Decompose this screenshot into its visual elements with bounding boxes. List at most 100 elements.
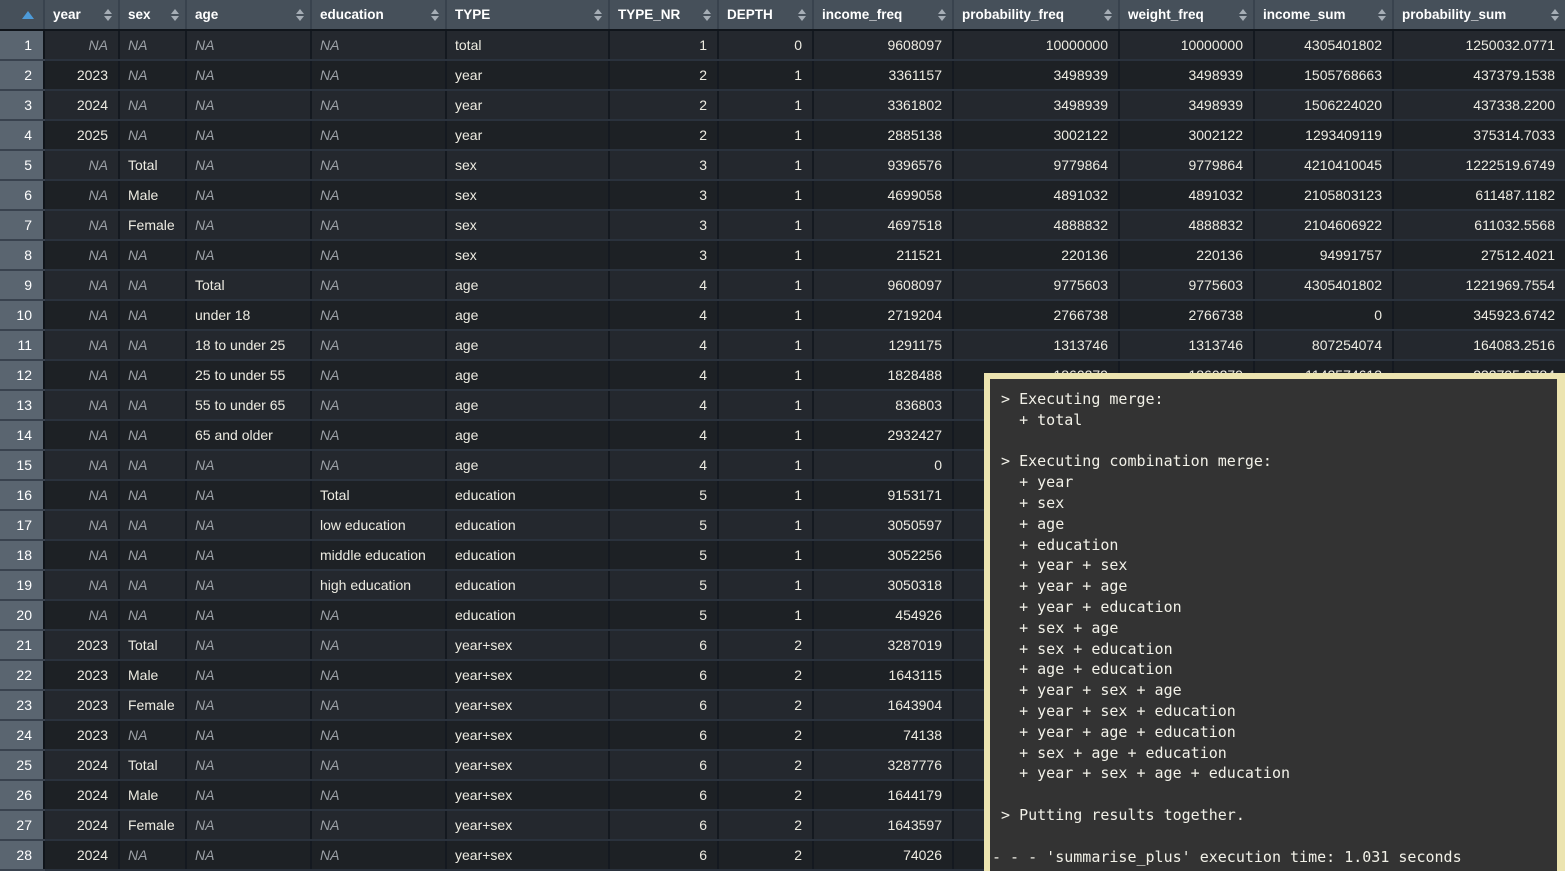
row-number: 24	[0, 720, 44, 750]
table-cell: 164083.2516	[1393, 330, 1565, 360]
table-cell: 1	[718, 390, 813, 420]
table-cell: 4	[609, 420, 718, 450]
table-cell: 6	[609, 690, 718, 720]
table-cell: 1	[718, 270, 813, 300]
table-cell: NA	[186, 780, 311, 810]
table-cell: 27512.4021	[1393, 240, 1565, 270]
table-cell: NA	[311, 240, 446, 270]
table-row: 32024NANANAyear2133618023498939349893915…	[0, 90, 1565, 120]
table-cell: 2023	[44, 690, 119, 720]
table-cell: NA	[186, 810, 311, 840]
table-row: 1NANANANAtotal10960809710000000100000004…	[0, 30, 1565, 60]
row-number: 6	[0, 180, 44, 210]
table-row: 22023NANANAyear2133611573498939349893915…	[0, 60, 1565, 90]
row-number: 2	[0, 60, 44, 90]
column-header-TYPE[interactable]: TYPE	[446, 0, 609, 30]
column-header-TYPE_NR[interactable]: TYPE_NR	[609, 0, 718, 30]
table-row: 8NANANANAsex3121152122013622013694991757…	[0, 240, 1565, 270]
column-header-education[interactable]: education	[311, 0, 446, 30]
row-number: 1	[0, 30, 44, 60]
table-cell: NA	[119, 90, 186, 120]
row-number: 18	[0, 540, 44, 570]
table-cell: NA	[311, 300, 446, 330]
table-cell: 65 and older	[186, 420, 311, 450]
column-header-label: probability_freq	[962, 7, 1064, 22]
table-cell: 1250032.0771	[1393, 30, 1565, 60]
console-text: > Executing merge: + total > Executing c…	[990, 379, 1557, 867]
table-cell: NA	[119, 300, 186, 330]
sort-toggle-icon	[104, 9, 112, 21]
table-cell: NA	[44, 240, 119, 270]
table-cell: 3287776	[813, 750, 953, 780]
table-cell: 4	[609, 270, 718, 300]
table-cell: NA	[119, 360, 186, 390]
table-cell: 2	[609, 90, 718, 120]
table-cell: Total	[311, 480, 446, 510]
table-cell: NA	[311, 810, 446, 840]
row-number: 3	[0, 90, 44, 120]
table-cell: 1293409119	[1254, 120, 1393, 150]
table-cell: age	[446, 450, 609, 480]
table-cell: 1	[718, 120, 813, 150]
row-number: 5	[0, 150, 44, 180]
table-cell: 3002122	[953, 120, 1119, 150]
column-header-probability_sum[interactable]: probability_sum	[1393, 0, 1565, 30]
table-cell: 1	[718, 240, 813, 270]
table-cell: NA	[119, 270, 186, 300]
column-header-year[interactable]: year	[44, 0, 119, 30]
table-cell: NA	[311, 150, 446, 180]
table-cell: 4305401802	[1254, 30, 1393, 60]
table-cell: 4210410045	[1254, 150, 1393, 180]
table-cell: 2766738	[1119, 300, 1254, 330]
table-cell: 10000000	[1119, 30, 1254, 60]
table-cell: NA	[186, 240, 311, 270]
table-cell: NA	[44, 300, 119, 330]
table-cell: 3361157	[813, 60, 953, 90]
table-cell: 1	[718, 570, 813, 600]
table-cell: age	[446, 300, 609, 330]
table-cell: NA	[311, 720, 446, 750]
table-cell: 345923.6742	[1393, 300, 1565, 330]
table-cell: 5	[609, 510, 718, 540]
table-cell: 2932427	[813, 420, 953, 450]
table-cell: NA	[44, 390, 119, 420]
table-cell: NA	[311, 450, 446, 480]
table-cell: Female	[119, 810, 186, 840]
table-cell: under 18	[186, 300, 311, 330]
table-cell: NA	[44, 150, 119, 180]
column-header-income_freq[interactable]: income_freq	[813, 0, 953, 30]
table-cell: NA	[311, 750, 446, 780]
column-header-income_sum[interactable]: income_sum	[1254, 0, 1393, 30]
table-cell: 1644179	[813, 780, 953, 810]
row-number: 26	[0, 780, 44, 810]
table-cell: 6	[609, 750, 718, 780]
table-cell: 2	[718, 630, 813, 660]
table-cell: 1222519.6749	[1393, 150, 1565, 180]
column-header-probability_freq[interactable]: probability_freq	[953, 0, 1119, 30]
row-number: 22	[0, 660, 44, 690]
table-cell: 836803	[813, 390, 953, 420]
table-cell: NA	[311, 210, 446, 240]
column-header-age[interactable]: age	[186, 0, 311, 30]
table-cell: NA	[44, 510, 119, 540]
table-cell: total	[446, 30, 609, 60]
table-cell: 9779864	[1119, 150, 1254, 180]
table-cell: 4699058	[813, 180, 953, 210]
column-header-weight_freq[interactable]: weight_freq	[1119, 0, 1254, 30]
column-header-sex[interactable]: sex	[119, 0, 186, 30]
table-cell: Total	[186, 270, 311, 300]
row-number: 20	[0, 600, 44, 630]
table-cell: 1	[718, 480, 813, 510]
table-cell: 3	[609, 150, 718, 180]
table-cell: 6	[609, 810, 718, 840]
table-cell: 211521	[813, 240, 953, 270]
table-cell: 2766738	[953, 300, 1119, 330]
table-cell: NA	[311, 780, 446, 810]
table-cell: 1	[609, 30, 718, 60]
column-header-DEPTH[interactable]: DEPTH	[718, 0, 813, 30]
table-cell: 2	[718, 810, 813, 840]
row-number-header[interactable]	[0, 0, 44, 30]
table-cell: 6	[609, 660, 718, 690]
table-cell: 0	[718, 30, 813, 60]
table-cell: NA	[119, 60, 186, 90]
